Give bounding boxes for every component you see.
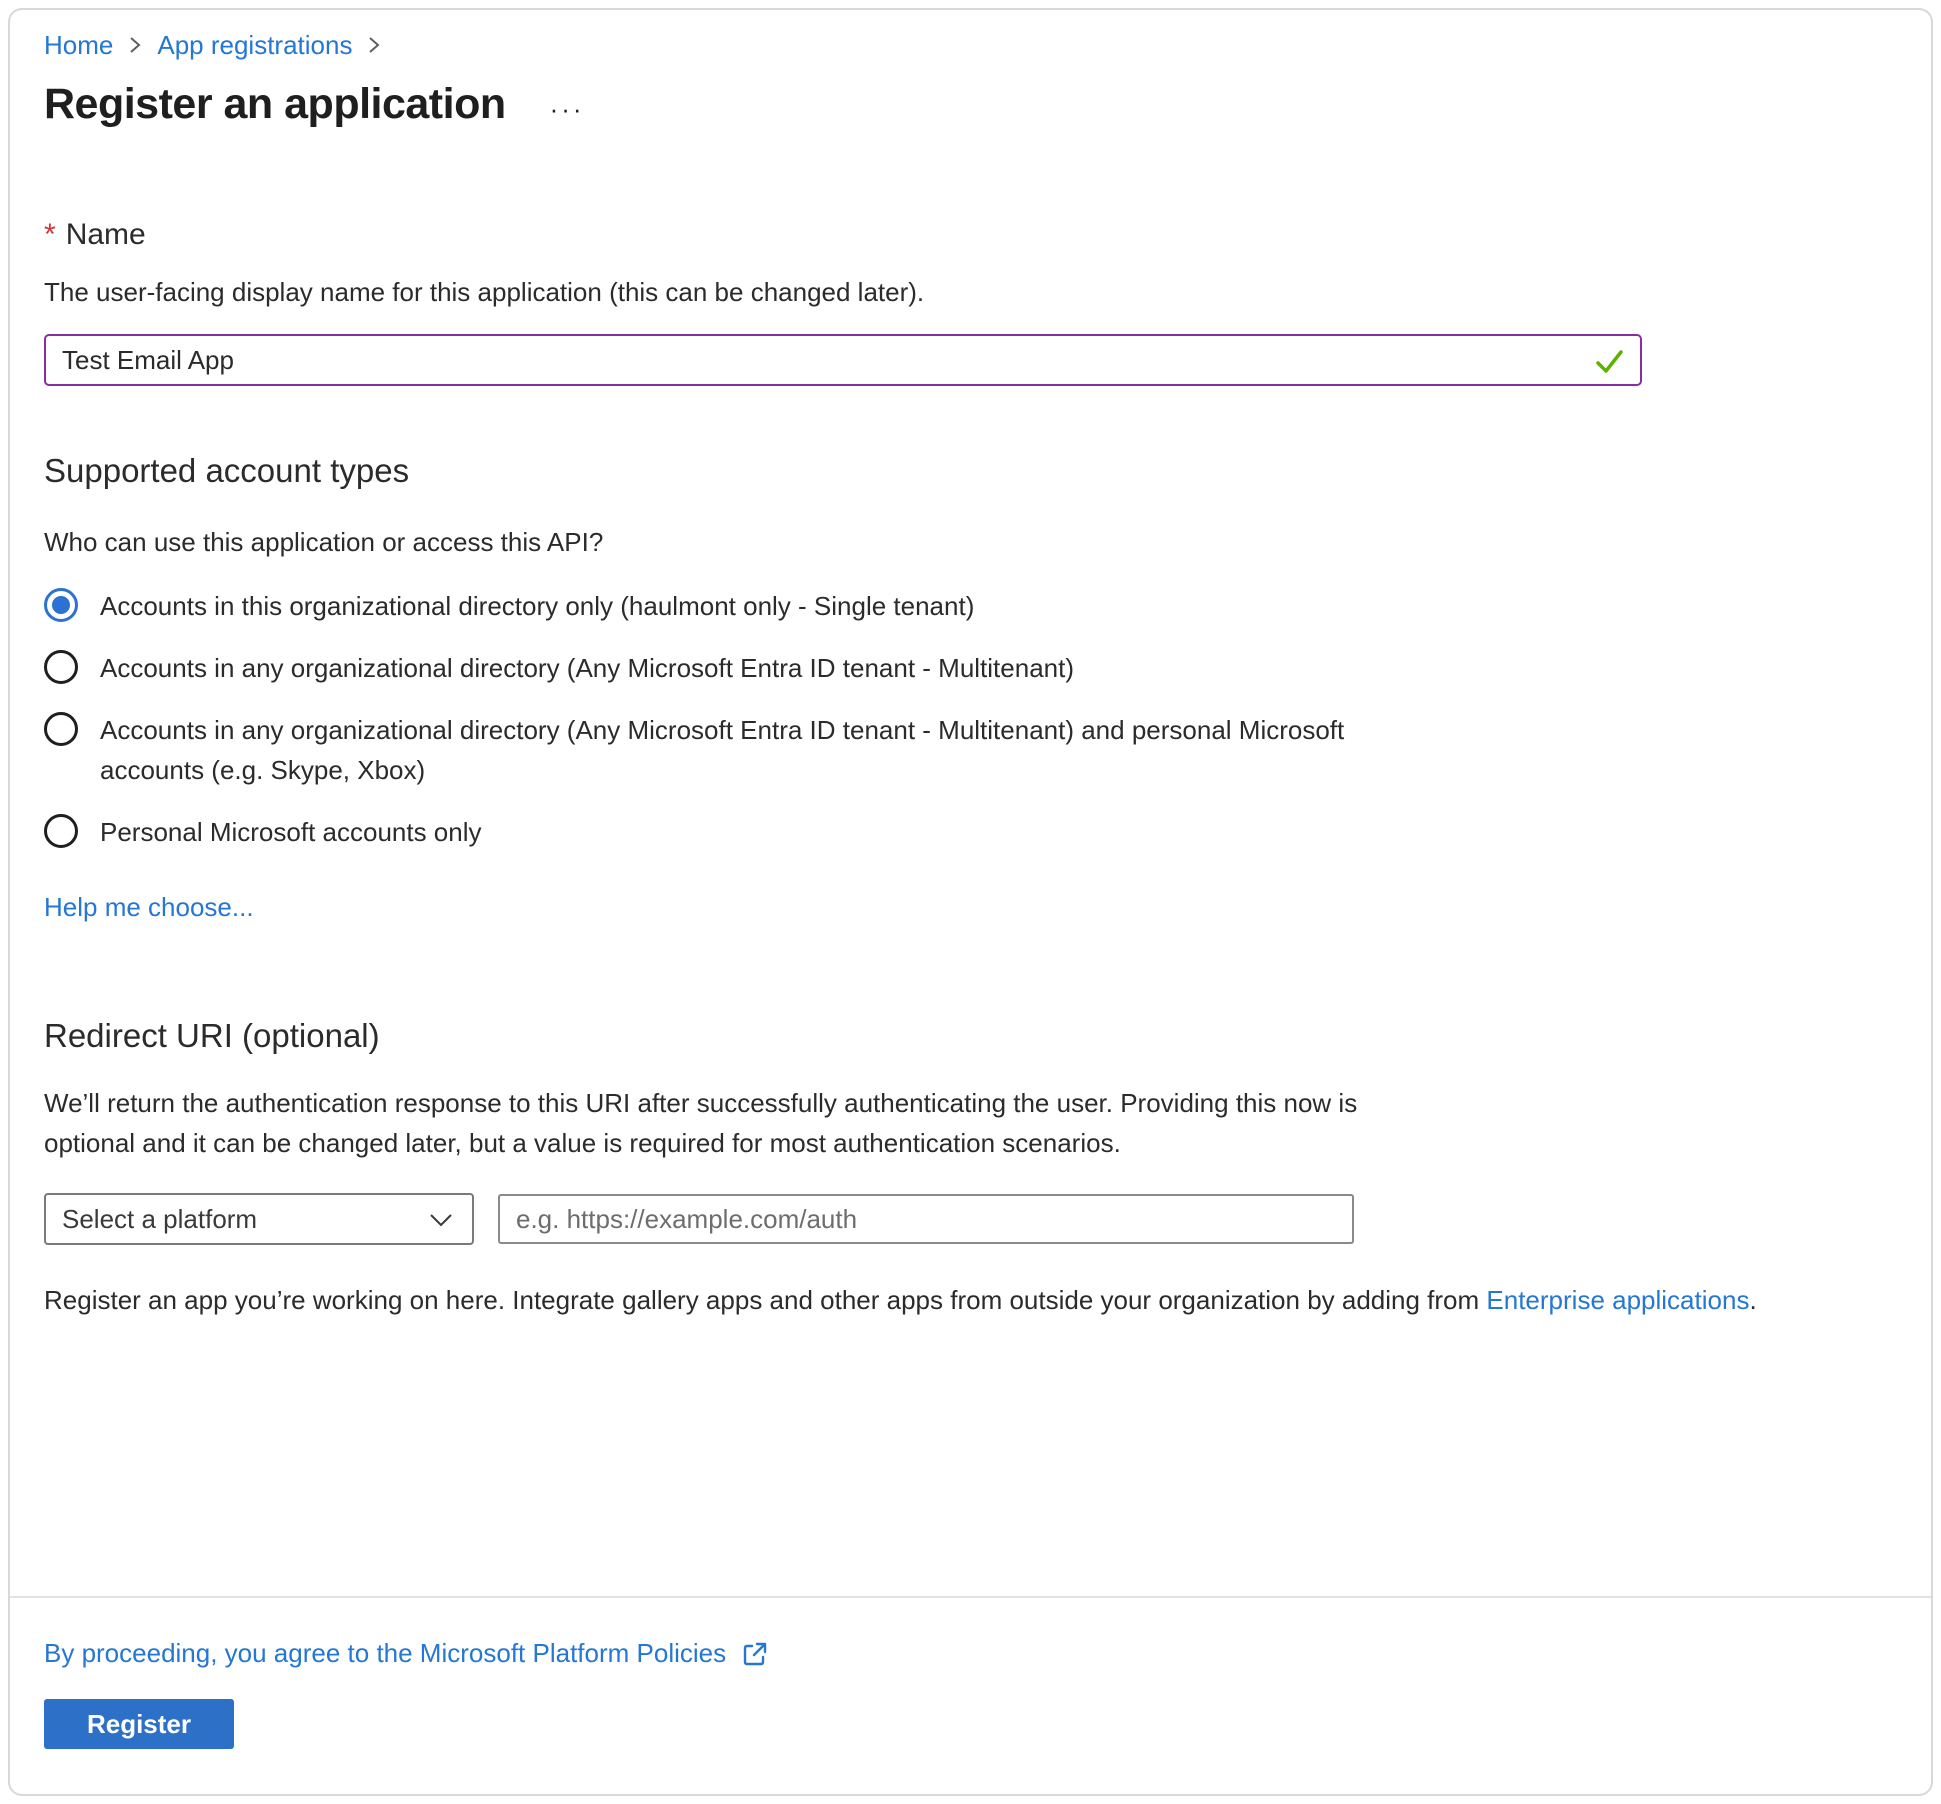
account-types-question: Who can use this application or access t…: [44, 524, 1897, 560]
account-type-radio-group: Accounts in this organizational director…: [44, 586, 1897, 852]
breadcrumb-app-registrations-link[interactable]: App registrations: [157, 28, 352, 62]
chevron-right-icon: [366, 33, 382, 57]
radio-multitenant-personal[interactable]: Accounts in any organizational directory…: [44, 710, 1897, 790]
enterprise-applications-link[interactable]: Enterprise applications: [1486, 1285, 1749, 1315]
enterprise-note-text: Register an app you’re working on here. …: [44, 1285, 1486, 1315]
radio-button-icon: [44, 588, 78, 622]
name-label-text: Name: [66, 218, 146, 251]
name-description: The user-facing display name for this ap…: [44, 274, 1897, 310]
breadcrumb-home-link[interactable]: Home: [44, 28, 113, 62]
enterprise-note-period: .: [1749, 1285, 1756, 1315]
platform-select-dropdown[interactable]: Select a platform: [44, 1193, 474, 1245]
redirect-uri-heading: Redirect URI (optional): [44, 1015, 1897, 1057]
name-label: * Name: [44, 216, 1897, 254]
main-content: Home App registrations Register an appli…: [10, 10, 1931, 1596]
radio-label: Accounts in this organizational director…: [100, 586, 974, 626]
enterprise-apps-note: Register an app you’re working on here. …: [44, 1281, 1897, 1319]
register-application-page: Home App registrations Register an appli…: [8, 8, 1933, 1796]
radio-label: Personal Microsoft accounts only: [100, 812, 482, 852]
radio-personal-only[interactable]: Personal Microsoft accounts only: [44, 812, 1897, 852]
radio-button-icon: [44, 650, 78, 684]
page-title: Register an application: [44, 78, 506, 130]
more-options-button[interactable]: ···: [550, 89, 585, 119]
radio-multitenant[interactable]: Accounts in any organizational directory…: [44, 648, 1897, 688]
radio-button-icon: [44, 712, 78, 746]
platform-policies-link[interactable]: By proceeding, you agree to the Microsof…: [44, 1638, 726, 1669]
chevron-down-icon: [428, 1204, 454, 1235]
help-me-choose-link[interactable]: Help me choose...: [44, 892, 254, 923]
radio-single-tenant[interactable]: Accounts in this organizational director…: [44, 586, 1897, 626]
platform-select-value: Select a platform: [62, 1204, 257, 1235]
external-link-icon: [740, 1639, 770, 1669]
radio-label: Accounts in any organizational directory…: [100, 648, 1074, 688]
chevron-right-icon: [127, 33, 143, 57]
redirect-uri-input[interactable]: [498, 1194, 1354, 1244]
breadcrumb: Home App registrations: [44, 28, 1897, 62]
register-button[interactable]: Register: [44, 1699, 234, 1749]
supported-account-types-heading: Supported account types: [44, 450, 1897, 492]
page-footer: By proceeding, you agree to the Microsof…: [10, 1596, 1931, 1794]
radio-label: Accounts in any organizational directory…: [100, 710, 1430, 790]
app-name-input[interactable]: [44, 334, 1642, 386]
required-asterisk: *: [44, 218, 56, 251]
radio-button-icon: [44, 814, 78, 848]
valid-checkmark-icon: [1592, 344, 1626, 383]
redirect-uri-description: We’ll return the authentication response…: [44, 1083, 1439, 1163]
